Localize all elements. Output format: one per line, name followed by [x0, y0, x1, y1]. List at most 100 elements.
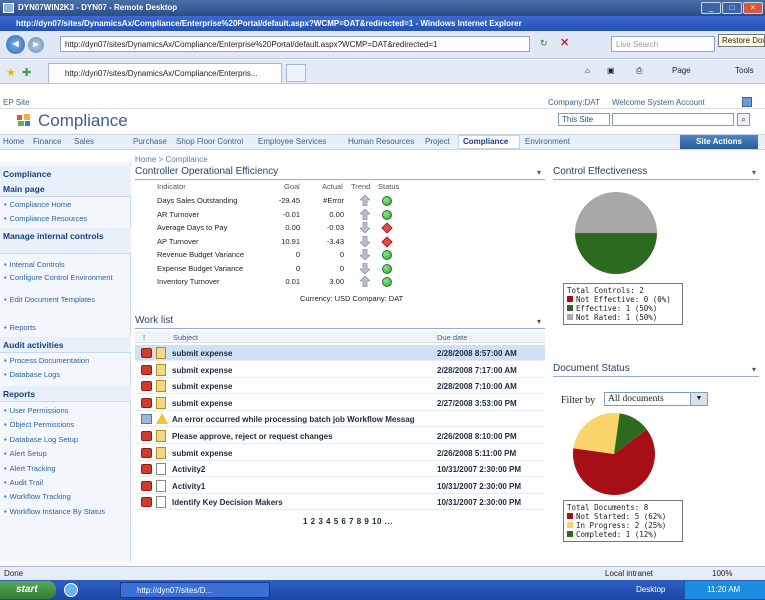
- worklist-row[interactable]: Please approve, reject or request change…: [135, 428, 545, 444]
- zoom-level[interactable]: 100%: [712, 569, 732, 578]
- docstatus-menu-icon[interactable]: ▾: [752, 365, 756, 374]
- delete-icon[interactable]: [141, 497, 152, 508]
- help-icon[interactable]: [742, 97, 752, 107]
- delete-icon[interactable]: [141, 364, 152, 375]
- tools-menu[interactable]: Tools: [735, 66, 754, 75]
- delete-icon[interactable]: [141, 348, 152, 358]
- print-icon[interactable]: ⎙: [636, 66, 642, 76]
- worklist-subject[interactable]: Identify Key Decision Makers: [172, 498, 283, 507]
- page-menu[interactable]: Page: [672, 66, 691, 75]
- leftnav-item-database-log-setup[interactable]: Database Log Setup: [4, 435, 128, 444]
- search-scope-select[interactable]: This Site: [558, 113, 610, 126]
- control-menu-icon[interactable]: ▾: [752, 168, 756, 177]
- worklist-subject[interactable]: submit expense: [172, 399, 232, 408]
- leftnav-item-reports[interactable]: Reports: [4, 323, 128, 332]
- worklist-subject[interactable]: An error occurred while processing batch…: [172, 415, 415, 424]
- leftnav-item-workflow-instance-by-status[interactable]: Workflow Instance By Status: [4, 507, 128, 516]
- worklist-subject[interactable]: submit expense: [172, 366, 232, 375]
- leftnav-item-compliance-home[interactable]: Compliance Home: [4, 200, 128, 209]
- nav-shop-floor-control[interactable]: Shop Floor Control: [176, 137, 243, 146]
- leftnav-item-alert-setup[interactable]: Alert Setup: [4, 449, 128, 458]
- delete-icon[interactable]: [141, 381, 152, 392]
- leftnav-compliance-heading[interactable]: Compliance: [0, 166, 131, 182]
- refresh-icon[interactable]: ↻: [540, 38, 548, 49]
- worklist-row[interactable]: submit expense 2/28/2008 7:17:00 AM: [135, 362, 545, 378]
- worklist-row[interactable]: An error occurred while processing batch…: [135, 411, 545, 428]
- stop-icon[interactable]: ✕: [560, 36, 569, 49]
- desktop-toolbar[interactable]: Desktop: [636, 585, 665, 594]
- search-go-icon[interactable]: ⌕: [737, 113, 750, 126]
- leftnav-item-configure-control-environment[interactable]: Configure Control Environment: [4, 273, 128, 282]
- address-bar[interactable]: http://dyn07/sites/DynamicsAx/Compliance…: [60, 36, 530, 52]
- minimize-button[interactable]: _: [701, 2, 721, 14]
- clock[interactable]: 11:20 AM: [707, 585, 740, 594]
- leftnav-item-database-logs[interactable]: Database Logs: [4, 370, 128, 379]
- leftnav-main-page-heading[interactable]: Main page: [0, 181, 131, 197]
- welcome-menu[interactable]: Welcome System Account: [612, 98, 705, 107]
- ep-site-link[interactable]: EP Site: [3, 98, 30, 107]
- worklist-row[interactable]: Activity1 10/31/2007 2:30:00 PM: [135, 478, 545, 494]
- worklist-row[interactable]: Identify Key Decision Makers 10/31/2007 2…: [135, 494, 545, 511]
- leftnav-item-process-documentation[interactable]: Process Documentation: [4, 356, 128, 365]
- leftnav-manage-heading[interactable]: Manage internal controls: [0, 228, 131, 254]
- worklist-subject[interactable]: Activity1: [172, 482, 205, 491]
- leftnav-item-audit-trail[interactable]: Audit Trail: [4, 478, 128, 487]
- kpi-menu-icon[interactable]: ▾: [537, 168, 541, 177]
- worklist-subject[interactable]: Activity2: [172, 465, 205, 474]
- breadcrumb[interactable]: Home > Compliance: [135, 155, 208, 164]
- worklist-row[interactable]: submit expense 2/27/2008 3:53:00 PM: [135, 395, 545, 411]
- close-button[interactable]: ×: [743, 2, 763, 14]
- leftnav-item-alert-tracking[interactable]: Alert Tracking: [4, 464, 128, 473]
- forward-icon[interactable]: ►: [28, 37, 44, 53]
- worklist-subject[interactable]: Please approve, reject or request change…: [172, 432, 333, 441]
- leftnav-item-object-permissions[interactable]: Object Permissions: [4, 420, 128, 429]
- back-icon[interactable]: ◄: [6, 35, 25, 54]
- nav-finance[interactable]: Finance: [33, 137, 61, 146]
- delete-icon[interactable]: [141, 447, 152, 458]
- home-icon[interactable]: ⌂: [585, 66, 590, 75]
- taskbar-item-browser[interactable]: http://dyn07/sites/D...: [120, 582, 270, 598]
- worklist-header-subject[interactable]: Subject: [173, 333, 198, 342]
- worklist-pager[interactable]: 1 2 3 4 5 6 7 8 9 10 ...: [303, 517, 393, 526]
- site-search-input[interactable]: [612, 113, 734, 126]
- delete-icon[interactable]: [141, 431, 152, 441]
- company-selector[interactable]: Company:DAT: [548, 98, 600, 107]
- worklist-menu-icon[interactable]: ▾: [537, 317, 541, 326]
- worklist-row[interactable]: Activity2 10/31/2007 2:30:00 PM: [135, 461, 545, 478]
- worklist-header-due-date[interactable]: Due date: [437, 333, 467, 342]
- leftnav-reports-heading[interactable]: Reports: [0, 386, 131, 402]
- delete-icon[interactable]: [141, 480, 152, 491]
- nav-home[interactable]: Home: [3, 137, 24, 146]
- delete-icon[interactable]: [141, 464, 152, 475]
- search-input[interactable]: Live Search: [611, 36, 715, 52]
- feeds-icon[interactable]: ▣: [607, 66, 615, 75]
- worklist-row[interactable]: submit expense 2/28/2008 7:10:00 AM: [135, 378, 545, 395]
- leftnav-item-user-permissions[interactable]: User Permissions: [4, 406, 128, 415]
- nav-purchase[interactable]: Purchase: [133, 137, 167, 146]
- favorites-star-icon[interactable]: ★: [6, 66, 16, 79]
- quick-launch-ie-icon[interactable]: [64, 583, 78, 597]
- worklist-header-importance[interactable]: !: [143, 333, 145, 342]
- worklist-subject[interactable]: submit expense: [172, 382, 232, 391]
- delete-icon[interactable]: [141, 397, 152, 408]
- nav-compliance[interactable]: Compliance: [463, 137, 508, 146]
- zone-indicator[interactable]: Local intranet: [605, 569, 653, 578]
- worklist-subject[interactable]: submit expense: [172, 449, 232, 458]
- maximize-button[interactable]: □: [722, 2, 742, 14]
- nav-environment[interactable]: Environment: [525, 137, 570, 146]
- chevron-down-icon[interactable]: ▼: [690, 393, 707, 405]
- worklist-row[interactable]: submit expense 2/26/2008 5:11:00 PM: [135, 445, 545, 461]
- leftnav-item-edit-document-templates[interactable]: Edit Document Templates: [4, 295, 128, 304]
- leftnav-item-internal-controls[interactable]: Internal Controls: [4, 260, 128, 269]
- worklist-row[interactable]: submit expense 2/28/2008 8:57:00 AM: [135, 345, 545, 361]
- worklist-subject[interactable]: submit expense: [172, 349, 232, 358]
- nav-employee-services[interactable]: Employee Services: [258, 137, 326, 146]
- leftnav-item-workflow-tracking[interactable]: Workflow Tracking: [4, 492, 128, 501]
- leftnav-item-compliance-resources[interactable]: Compliance Resources: [4, 214, 128, 223]
- site-actions-button[interactable]: Site Actions: [680, 135, 758, 149]
- tab-current-page[interactable]: http://dyn07/sites/DynamicsAx/Compliance…: [48, 63, 282, 83]
- nav-human-resources[interactable]: Human Resources: [348, 137, 414, 146]
- add-favorites-icon[interactable]: ✚: [22, 66, 31, 79]
- new-tab-button[interactable]: [286, 64, 306, 82]
- nav-project[interactable]: Project: [425, 137, 450, 146]
